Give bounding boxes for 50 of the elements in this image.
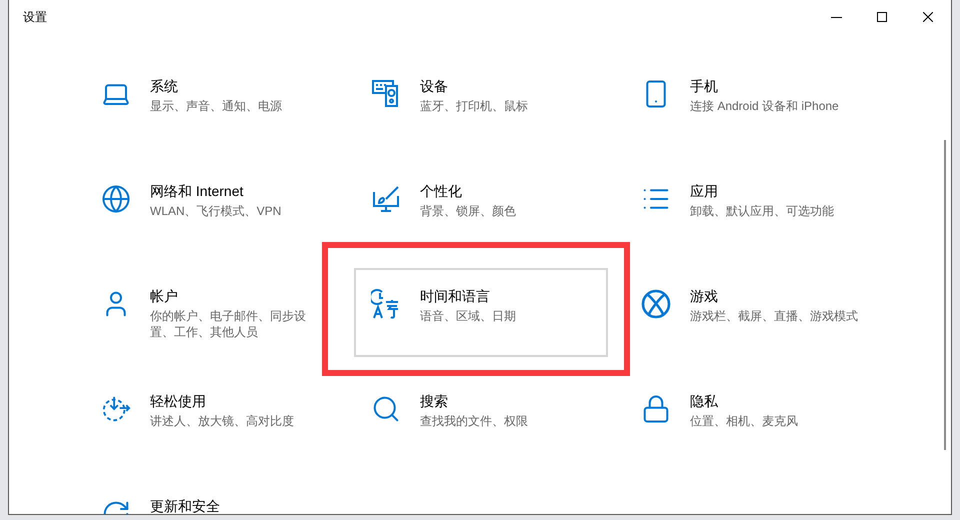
tile-title: 轻松使用 — [150, 393, 207, 410]
tile-title: 网络和 Internet — [150, 183, 244, 200]
tile-title: 时间和语言 — [420, 288, 491, 305]
settings-tile[interactable]: 应用 卸载、默认应用、可选功能 — [624, 163, 878, 252]
settings-tile[interactable]: 时间和语言 语音、区域、日期 — [354, 268, 608, 357]
tile-description: 游戏栏、截屏、直播、游戏模式 — [690, 308, 859, 324]
tile-description: 位置、相机、麦克风 — [690, 413, 799, 429]
tile-title: 系统 — [150, 78, 179, 95]
settings-tile[interactable]: 手机 连接 Android 设备和 iPhone — [624, 58, 878, 147]
window-title: 设置 — [23, 8, 47, 26]
tile-description: WLAN、飞行模式、VPN — [150, 203, 282, 219]
settings-tile[interactable]: 隐私 位置、相机、麦克风 — [624, 373, 878, 462]
keyboard-speaker-icon — [371, 78, 401, 110]
minimize-icon — [830, 16, 842, 18]
close-icon — [923, 12, 933, 22]
x-circle-logo-icon — [641, 289, 671, 319]
settings-tile[interactable]: 帐户 你的帐户、电子邮件、同步设置、工作、其他人员 — [84, 268, 338, 357]
settings-tile[interactable]: 个性化 背景、锁屏、颜色 — [354, 163, 608, 252]
tile-title: 更新和安全 — [150, 498, 221, 514]
tile-description: 你的帐户、电子邮件、同步设置、工作、其他人员 — [150, 308, 307, 340]
globe-icon — [101, 184, 131, 214]
settings-tile[interactable]: 轻松使用 讲述人、放大镜、高对比度 — [84, 373, 338, 462]
tile-title: 手机 — [690, 78, 719, 95]
tile-title: 帐户 — [150, 288, 179, 305]
maximize-icon — [877, 12, 887, 22]
settings-tile[interactable]: 搜索 查找我的文件、权限 — [354, 373, 608, 462]
tile-description: 语音、区域、日期 — [420, 308, 517, 324]
tile-description: 显示、声音、通知、电源 — [150, 98, 283, 114]
tile-title: 搜索 — [420, 393, 449, 410]
clock-letters-icon — [371, 288, 401, 320]
tile-title: 应用 — [690, 183, 719, 200]
settings-tile[interactable]: 更新和安全 — [84, 478, 338, 514]
tile-description: 查找我的文件、权限 — [420, 413, 529, 429]
search-icon — [371, 394, 401, 424]
tile-title: 游戏 — [690, 288, 719, 305]
tile-title: 隐私 — [690, 393, 719, 410]
settings-tile[interactable]: 系统 显示、声音、通知、电源 — [84, 58, 338, 147]
tile-title: 个性化 — [420, 183, 463, 200]
tile-title: 设备 — [420, 78, 449, 95]
tile-description: 背景、锁屏、颜色 — [420, 203, 517, 219]
settings-tile[interactable]: 网络和 Internet WLAN、飞行模式、VPN — [84, 163, 338, 252]
tile-description: 连接 Android 设备和 iPhone — [690, 98, 840, 114]
padlock-icon — [641, 394, 671, 424]
settings-tile[interactable]: 设备 蓝牙、打印机、鼠标 — [354, 58, 608, 147]
tile-description: 卸载、默认应用、可选功能 — [690, 203, 835, 219]
paintbrush-monitor-icon — [371, 184, 401, 214]
dashed-circle-arrow-icon — [101, 394, 131, 424]
tile-description: 蓝牙、打印机、鼠标 — [420, 98, 529, 114]
tile-description: 讲述人、放大镜、高对比度 — [150, 413, 295, 429]
settings-tile[interactable]: 游戏 游戏栏、截屏、直播、游戏模式 — [624, 268, 878, 357]
